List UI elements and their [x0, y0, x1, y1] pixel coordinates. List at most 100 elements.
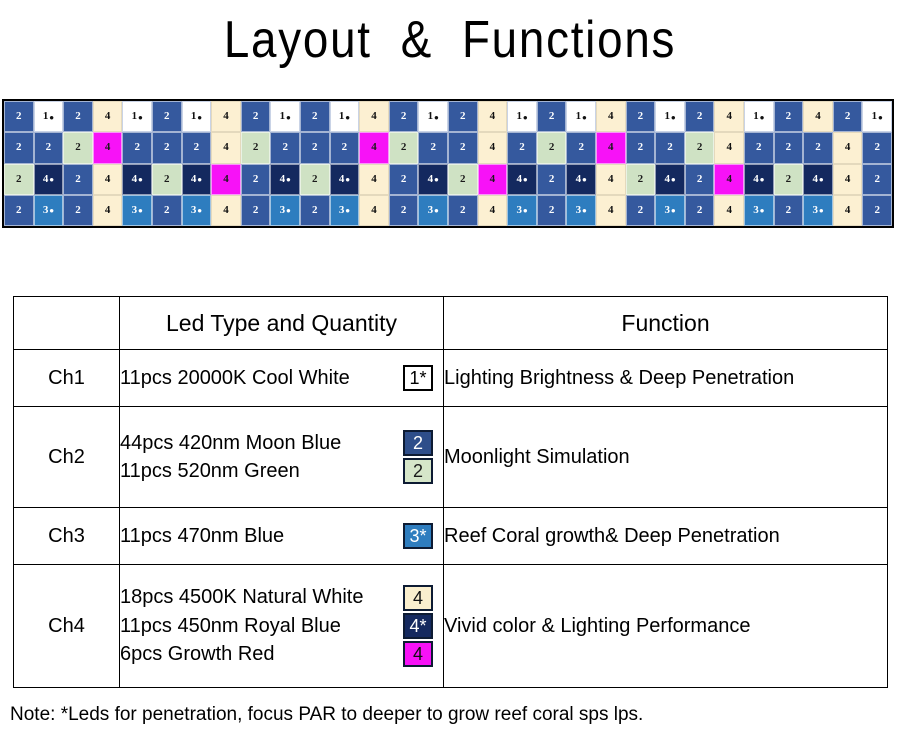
led-cell-1star: 1 • — [329, 101, 360, 133]
led-cell-label: 2 — [548, 203, 555, 216]
led-cell-4: 4 — [211, 132, 241, 164]
led-cell-2: 2 — [329, 132, 360, 164]
led-cell-2: 2 — [300, 194, 330, 226]
led-cell-label: 2 — [519, 141, 525, 154]
led-cell-label: 3 — [338, 203, 345, 216]
led-cell-2: 2 — [388, 194, 419, 226]
led-type-line: 11pcs 520nm Green 2 — [120, 457, 443, 485]
table-row: Ch1 11pcs 20000K Cool White 1* Lighting Bri… — [13, 349, 888, 407]
led-cell-label: 2 — [844, 110, 851, 123]
led-cell-2: 2 — [152, 194, 182, 226]
led-cell-label: 4 — [104, 203, 111, 216]
function-text: Moonlight Simulation — [443, 406, 888, 508]
led-cell-2: 2 — [63, 194, 93, 226]
led-cell-label: 2 — [785, 172, 792, 185]
led-cell-label: 4 — [223, 110, 229, 123]
led-cell-2: 2 — [181, 132, 212, 164]
led-cell-label: 2 — [460, 141, 466, 154]
led-cell-4: 4 — [359, 132, 389, 164]
led-cell-4: 4 — [803, 101, 833, 133]
footer-note: Note: *Leds for penetration, focus PAR t… — [10, 704, 644, 725]
led-type-line: 18pcs 4500K Natural White 4 — [120, 583, 443, 611]
led-cell-label: 2 — [460, 110, 466, 123]
led-cell-label: 4 — [338, 172, 345, 185]
led-cell-2: 2 — [418, 132, 448, 164]
table-row: Ch3 11pcs 470nm Blue 3* Reef Coral growth& … — [13, 507, 888, 565]
led-type-text: 6pcs Growth Red — [120, 643, 275, 666]
led-cell-2: 2 — [63, 163, 93, 195]
led-cell-label: 4 — [608, 203, 614, 216]
led-cell-1star: 1 • — [655, 101, 685, 133]
led-cell-2: 2 — [684, 163, 715, 195]
led-cell-label: 1 — [190, 110, 197, 123]
led-cell-1star: 1 • — [566, 101, 596, 133]
led-cell-label: 1 — [427, 110, 434, 123]
led-cell-label: 4 — [489, 110, 496, 123]
channel-color-badge: 3* — [403, 522, 433, 549]
led-cell-4star: 4 • — [181, 163, 212, 195]
led-cell-label: 4 — [726, 110, 732, 123]
led-cell-label: 3 — [427, 203, 434, 216]
led-cell-4: 4 — [92, 163, 123, 195]
led-cell-2: 2 — [536, 194, 567, 226]
led-cell-label: 4 — [104, 172, 111, 185]
led-cell-label: 4 — [608, 172, 614, 185]
led-cell-2: 2 — [388, 132, 419, 164]
led-cell-2: 2 — [773, 194, 804, 226]
led-cell-label: 4 — [608, 110, 614, 123]
led-type-text: 11pcs 520nm Green — [120, 460, 300, 482]
led-cell-label: 4 — [844, 141, 851, 154]
led-cell-label: 1 — [871, 110, 878, 123]
led-cell-label: 4 — [371, 172, 377, 185]
led-cell-2: 2 — [684, 132, 715, 164]
led-cell-2: 2 — [625, 194, 656, 226]
led-cell-label: 2 — [164, 203, 170, 216]
led-cell-2: 2 — [655, 132, 685, 164]
led-cell-4: 4 — [714, 194, 744, 226]
led-cell-label: 4 — [664, 172, 670, 185]
led-cell-label: 2 — [430, 141, 436, 154]
led-cell-label: 2 — [756, 141, 762, 154]
led-cell-label: 4 — [815, 110, 821, 123]
led-cell-label: 2 — [16, 141, 22, 154]
led-cell-label: 2 — [874, 141, 880, 154]
led-cell-2: 2 — [4, 101, 34, 133]
led-cell-label: 4 — [812, 172, 818, 185]
led-cell-label: 2 — [400, 172, 407, 185]
led-cell-label: 3 — [42, 203, 49, 216]
led-cell-4: 4 — [714, 163, 744, 195]
led-cell-label: 4 — [489, 141, 496, 154]
led-cell-2: 2 — [270, 132, 300, 164]
led-cell-label: 4 — [371, 203, 377, 216]
led-cell-label: 2 — [312, 141, 318, 154]
led-cell-2: 2 — [240, 194, 271, 226]
led-type-cell: 11pcs 470nm Blue 3* — [119, 507, 444, 565]
led-cell-label: 4 — [516, 172, 522, 185]
led-cell-3star: 3 • — [744, 194, 774, 226]
led-cell-label: 4 — [131, 172, 138, 185]
led-cell-label: 2 — [45, 141, 52, 154]
led-cell-2: 2 — [684, 101, 715, 133]
led-cell-label: 2 — [16, 110, 22, 123]
led-cell-label: 2 — [164, 141, 170, 154]
led-cell-4: 4 — [92, 194, 123, 226]
led-cell-2: 2 — [300, 101, 330, 133]
channel-label: Ch2 — [13, 406, 120, 508]
led-cell-label: 2 — [548, 172, 555, 185]
channel-color-badge: 2 — [403, 429, 433, 456]
led-cell-3star: 3 • — [507, 194, 537, 226]
led-type-line: 6pcs Growth Red 4 — [120, 640, 443, 668]
led-type-cell: 18pcs 4500K Natural White 4 11pcs 450nm Ro… — [119, 564, 444, 688]
led-cell-label: 2 — [400, 110, 407, 123]
function-text: Vivid color & Lighting Performance — [443, 564, 888, 688]
led-cell-label: 2 — [341, 141, 348, 154]
led-cell-2: 2 — [862, 163, 892, 195]
led-cell-2: 2 — [300, 132, 330, 164]
led-cell-4: 4 — [832, 132, 863, 164]
led-type-line: 11pcs 450nm Royal Blue 4* — [120, 612, 443, 640]
led-cell-label: 2 — [667, 141, 673, 154]
led-cell-2: 2 — [536, 163, 567, 195]
led-cell-2: 2 — [63, 101, 93, 133]
channel-label: Ch3 — [13, 507, 120, 565]
led-cell-4: 4 — [714, 132, 744, 164]
